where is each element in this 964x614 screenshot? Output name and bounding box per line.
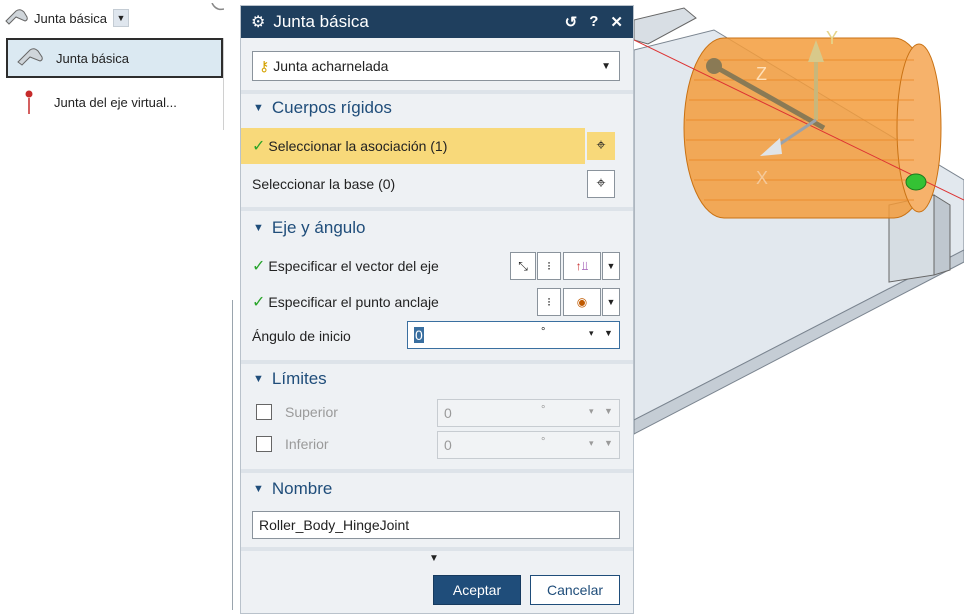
chevron-down-icon: ▾ [589,438,594,448]
chevron-down-icon: ▼ [601,61,611,72]
point-options-dropdown[interactable]: ▼ [602,288,620,316]
gear-icon: ⚙ [251,14,266,31]
joint-type-value: Junta acharnelada [273,58,389,74]
degree-unit: ° [541,436,546,448]
section-title: Límites [271,369,327,388]
close-icon[interactable]: ✕ [610,13,623,31]
section-axis-angle-header[interactable]: ▼ Eje y ángulo [241,212,633,244]
chevron-down-icon[interactable]: ▾ [589,328,594,339]
menu-item-virtual-axis-joint[interactable]: Junta del eje virtual... [6,78,223,126]
vector-dialog-button[interactable]: ⤡ [510,252,536,280]
joint-name-input[interactable]: Roller_Body_HingeJoint [252,511,620,539]
ok-button[interactable]: Aceptar [433,575,521,605]
joint-ribbon-button[interactable]: Junta básica ▼ [4,6,129,30]
section-title: Eje y ángulo [271,218,366,237]
ribbon-partial-icon [194,0,225,11]
crosshair-icon: ⌖ [596,137,606,154]
cancel-button[interactable]: Cancelar [530,575,620,605]
chevron-down-icon[interactable]: ▼ [604,328,613,338]
svg-text:Y: Y [826,28,838,48]
inferred-point-button[interactable]: ◉ [563,288,601,316]
start-angle-value: 0 [414,327,424,343]
joint-name-value: Roller_Body_HingeJoint [259,517,410,533]
anchor-point-label: Especificar el punto anclaje [268,294,439,310]
axis-vector-label: Especificar el vector del eje [268,258,439,274]
svg-text:X: X [756,168,768,188]
upper-limit-checkbox[interactable] [256,404,272,420]
section-name-header[interactable]: ▼ Nombre [241,473,633,505]
collapse-triangle-icon: ▼ [253,102,264,114]
reset-icon[interactable]: ↺ [565,13,578,31]
vector-icon: ⤡ [518,258,528,273]
chevron-down-icon: ▼ [606,261,616,271]
menu-item-basic-joint[interactable]: Junta básica [6,38,223,78]
upper-limit-value: 0 [444,405,452,421]
crosshair-icon: ⌖ [596,175,606,192]
chevron-down-icon[interactable]: ▼ [113,9,129,27]
section-divider [241,547,633,551]
chevron-down-icon: ▼ [606,297,616,307]
lower-limit-label: Inferior [285,436,329,452]
point-icon: ⁝ [547,295,551,309]
start-angle-label: Ángulo de inicio [252,328,351,344]
joint-icon [4,7,30,30]
graphics-viewport[interactable]: Y Z X [634,0,964,614]
virtual-axis-icon [14,89,44,115]
dialog-title: Junta básica [273,12,369,31]
section-divider [241,207,633,211]
panel-divider [232,300,233,610]
collapse-triangle-icon: ▼ [253,373,264,385]
joint-icon [16,46,46,71]
collapse-triangle-icon: ▼ [253,483,264,495]
degree-unit: ° [541,404,546,416]
joint-ribbon-label: Junta básica [34,10,107,26]
chevron-down-icon: ▼ [604,406,613,416]
degree-unit: ° [541,326,546,338]
section-limits-header[interactable]: ▼ Límites [241,363,633,395]
dialog-titlebar: ⚙ Junta básica ↺ ? ✕ [241,6,633,38]
crosshair-select-button[interactable]: ⌖ [587,132,615,160]
menu-item-label: Junta básica [56,50,129,66]
help-icon[interactable]: ? [589,13,598,31]
chevron-down-icon: ▾ [589,406,594,416]
checkmark-icon: ✓ [252,258,266,275]
checkmark-icon: ✓ [252,294,266,311]
inferred-vector-button[interactable]: ⁝ [537,252,561,280]
lower-limit-checkbox[interactable] [256,436,272,452]
select-base-row[interactable]: Seleccionar la base (0) [241,168,633,200]
point-dialog-button[interactable]: ⁝ [537,288,561,316]
select-association-row[interactable]: ✓ Seleccionar la asociación (1) [241,128,585,164]
section-title: Cuerpos rígidos [271,98,392,117]
axis-icon: ⫫ [581,258,589,273]
hinge-icon: ⚷ [259,57,270,74]
upper-limit-label: Superior [285,404,338,420]
inferred-icon: ⁝ [547,259,551,273]
lower-limit-value: 0 [444,437,452,453]
joint-type-menu: Junta básica Junta del eje virtual... [6,38,224,130]
reverse-direction-button[interactable]: ↑ ⫫ [563,252,601,280]
crosshair-select-button[interactable]: ⌖ [587,170,615,198]
section-title: Nombre [271,479,333,498]
svg-text:Z: Z [756,64,767,84]
chevron-down-icon: ▼ [604,438,613,448]
basic-joint-dialog: ⚙ Junta básica ↺ ? ✕ ⚷ Junta acharnelada… [240,5,634,614]
circle-center-icon: ◉ [576,295,588,309]
checkmark-icon: ✓ [252,138,266,155]
collapse-triangle-icon: ▼ [253,222,264,234]
section-rigid-bodies-header[interactable]: ▼ Cuerpos rígidos [241,92,633,124]
model-drawing: Y Z X [634,7,964,435]
select-association-label: Seleccionar la asociación (1) [268,138,448,154]
select-base-label: Seleccionar la base (0) [252,176,396,192]
joint-type-select[interactable]: ⚷ Junta acharnelada ▼ [252,51,620,81]
more-options-arrow-icon[interactable]: ▼ [429,553,439,564]
vector-options-dropdown[interactable]: ▼ [602,252,620,280]
menu-item-label: Junta del eje virtual... [54,94,177,110]
